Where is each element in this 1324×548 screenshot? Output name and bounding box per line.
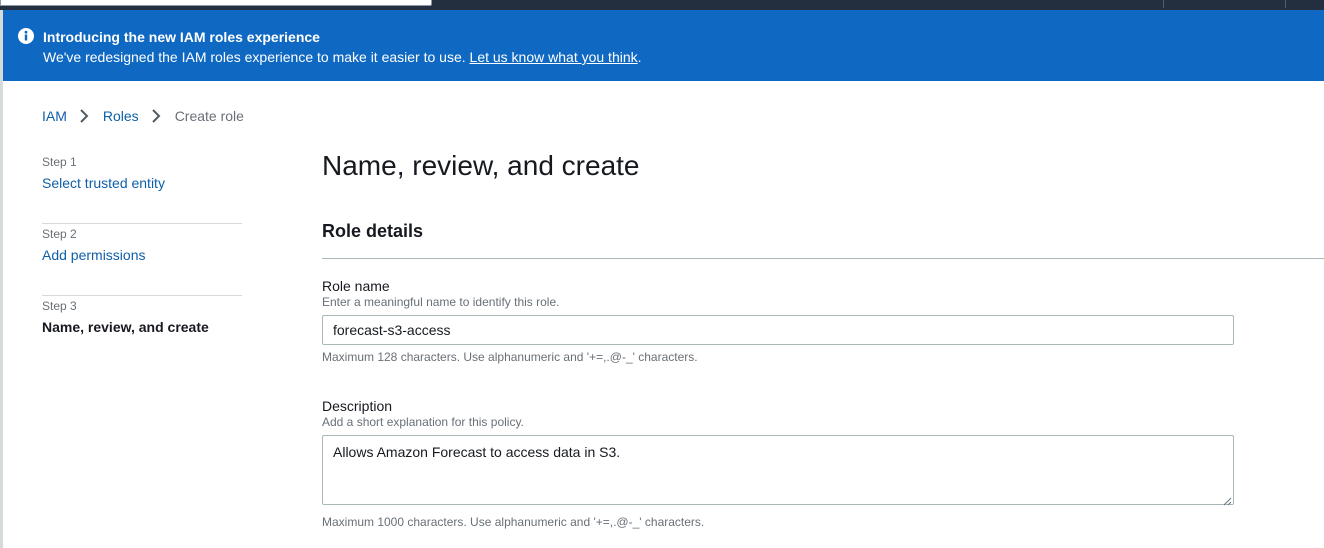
wizard-step-2: Step 2 Add permissions [42, 224, 242, 296]
step-current-name-review-create: Name, review, and create [42, 319, 209, 335]
section-divider [322, 258, 1324, 259]
topbar-divider [1163, 0, 1164, 8]
breadcrumb: IAM Roles Create role [42, 107, 244, 125]
step-link-select-trusted-entity[interactable]: Select trusted entity [42, 174, 165, 192]
role-name-input[interactable] [322, 315, 1234, 345]
flashbar-message-text: We've redesigned the IAM roles experienc… [43, 49, 470, 65]
step-link-add-permissions[interactable]: Add permissions [42, 246, 146, 264]
wizard-step-1: Step 1 Select trusted entity [42, 152, 242, 224]
role-name-description: Enter a meaningful name to identify this… [322, 295, 560, 309]
top-navigation-bar [0, 0, 1324, 10]
flashbar: Introducing the new IAM roles experience… [3, 10, 1324, 81]
flashbar-title: Introducing the new IAM roles experience [43, 29, 320, 45]
wizard-steps: Step 1 Select trusted entity Step 2 Add … [42, 152, 242, 368]
chevron-right-icon [67, 107, 103, 125]
feedback-link[interactable]: Let us know what you think [470, 49, 638, 65]
step-number: Step 2 [42, 227, 77, 241]
breadcrumb-roles[interactable]: Roles [103, 108, 139, 124]
description-hint: Add a short explanation for this policy. [322, 415, 524, 429]
description-label: Description [322, 398, 393, 414]
flashbar-message: We've redesigned the IAM roles experienc… [43, 48, 642, 66]
breadcrumb-create-role: Create role [174, 108, 244, 124]
info-icon [18, 28, 34, 44]
step-number: Step 1 [42, 155, 77, 169]
step-number: Step 3 [42, 299, 77, 313]
page-title: Name, review, and create [322, 150, 640, 181]
flashbar-message-suffix: . [637, 49, 642, 65]
breadcrumb-iam[interactable]: IAM [42, 108, 67, 124]
page-left-border [0, 10, 3, 548]
resize-handle-icon[interactable] [1222, 493, 1232, 506]
role-name-constraint: Maximum 128 characters. Use alphanumeric… [322, 350, 698, 364]
description-constraint: Maximum 1000 characters. Use alphanumeri… [322, 515, 705, 529]
role-name-label: Role name [322, 278, 390, 294]
topbar-divider [1285, 0, 1286, 8]
chevron-right-icon [139, 107, 175, 125]
description-textarea[interactable]: Allows Amazon Forecast to access data in… [322, 435, 1234, 505]
section-title-role-details: Role details [322, 221, 424, 241]
wizard-step-3: Step 3 Name, review, and create [42, 296, 242, 368]
top-search-input[interactable] [0, 0, 432, 6]
